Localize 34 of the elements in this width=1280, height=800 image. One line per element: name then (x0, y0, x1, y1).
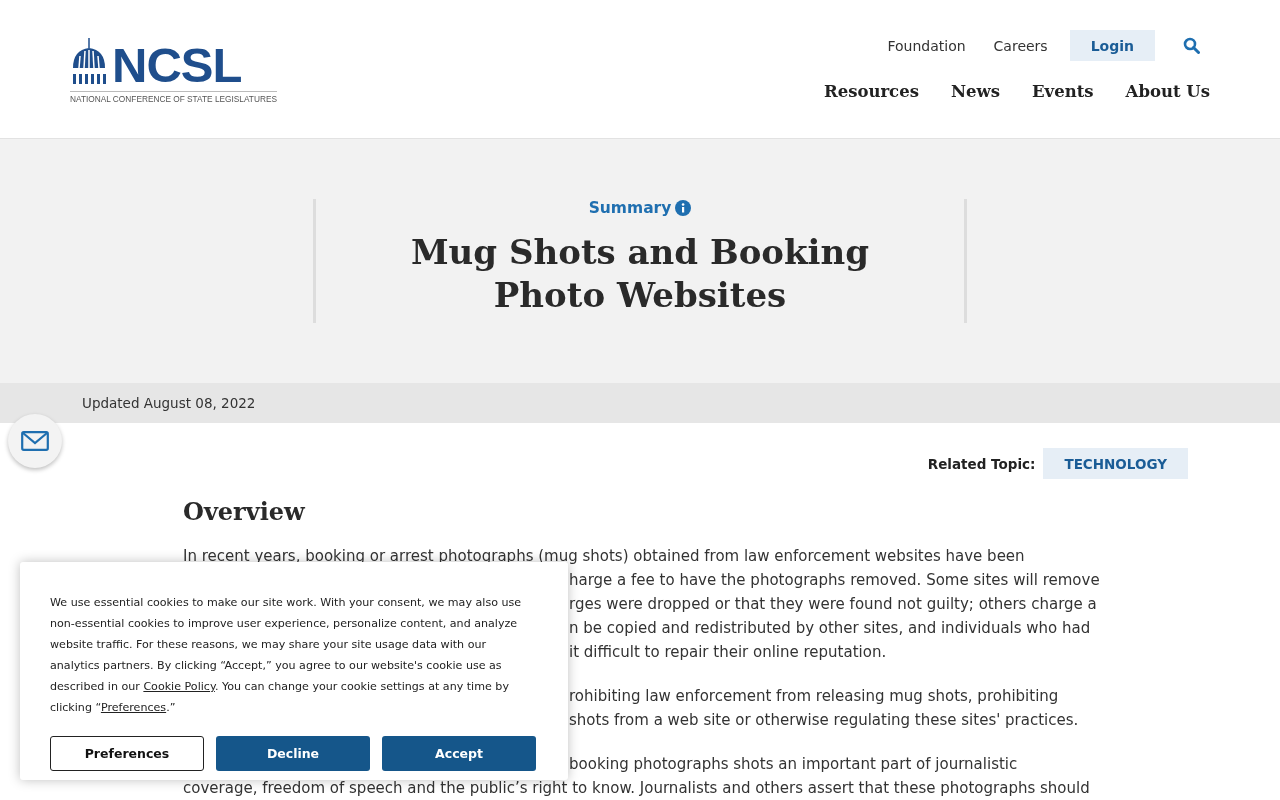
paragraph-line: In recent years, booking or arrest photographs (mug shots) obtained from law enforcement websites have been (183, 546, 1025, 567)
cookie-button[interactable]: Decline (216, 736, 370, 771)
cookie-link[interactable]: Cookie Policy (143, 680, 215, 693)
cookie-notice-text: We use essential cookies to make our site work. With your consent, we may also use non-essential cookies to improve user experience, personalize content, and analyze website traffic. For these reasons, we may share your site usage data with our analytics partners. By clicking “Accept,” you agree to our website's cookie use as described in our Cookie Policy. You can change your cookie settings at any time by clicking “Preferences.” (50, 595, 523, 716)
paragraph-line: harge a fee to have the photographs removed. Some sites will remove (569, 570, 1100, 591)
cookie-link[interactable]: Preferences (100, 701, 167, 714)
paragraph-line: rges were dropped or that they were found not guilty; others charge a (569, 594, 1097, 615)
topic-tag[interactable]: TECHNOLOGY (1043, 448, 1188, 479)
section-heading: Overview (183, 497, 306, 526)
logo-wordmark[interactable]: NCSL (112, 42, 242, 88)
main-nav-link[interactable]: News (950, 82, 1001, 101)
info-icon[interactable] (675, 200, 692, 216)
related-topic-label: Related Topic: (927, 455, 1036, 472)
login-button[interactable]: Login (1069, 30, 1155, 61)
cookie-button[interactable]: Accept (382, 736, 536, 771)
envelope-icon (21, 431, 49, 451)
logo-tagline: NATIONAL CONFERENCE OF STATE LEGISLATURES (70, 91, 277, 104)
summary-label: Summary (588, 199, 672, 217)
paragraph-line: coverage, freedom of speech and the public’s right to know. Journalists and others assert that these photographs should (183, 778, 1090, 799)
main-nav-link[interactable]: About Us (1125, 82, 1210, 101)
search-icon[interactable] (1183, 37, 1200, 54)
paragraph-line: n be copied and redistributed by other sites, and individuals who had (569, 618, 1091, 639)
utility-nav-link[interactable]: Careers (979, 37, 1062, 54)
paragraph-line: rohibiting law enforcement from releasing mug shots, prohibiting (569, 686, 1059, 707)
cookie-button[interactable]: Preferences (50, 736, 204, 771)
paragraph-line: it difficult to repair their online reputation. (569, 642, 887, 663)
paragraph-line: shots from a web site or otherwise regulating these sites' practices. (569, 710, 1079, 731)
email-button[interactable] (8, 414, 62, 468)
main-nav-link[interactable]: Events (1032, 82, 1094, 101)
utility-nav-link[interactable]: Foundation (873, 37, 980, 54)
page-title: Mug Shots and Booking Photo Websites (410, 231, 870, 317)
main-nav-link[interactable]: Resources (823, 82, 919, 101)
updated-date: Updated August 08, 2022 (82, 395, 256, 411)
paragraph-line: booking photographs shots an important part of journalistic (569, 754, 1018, 775)
